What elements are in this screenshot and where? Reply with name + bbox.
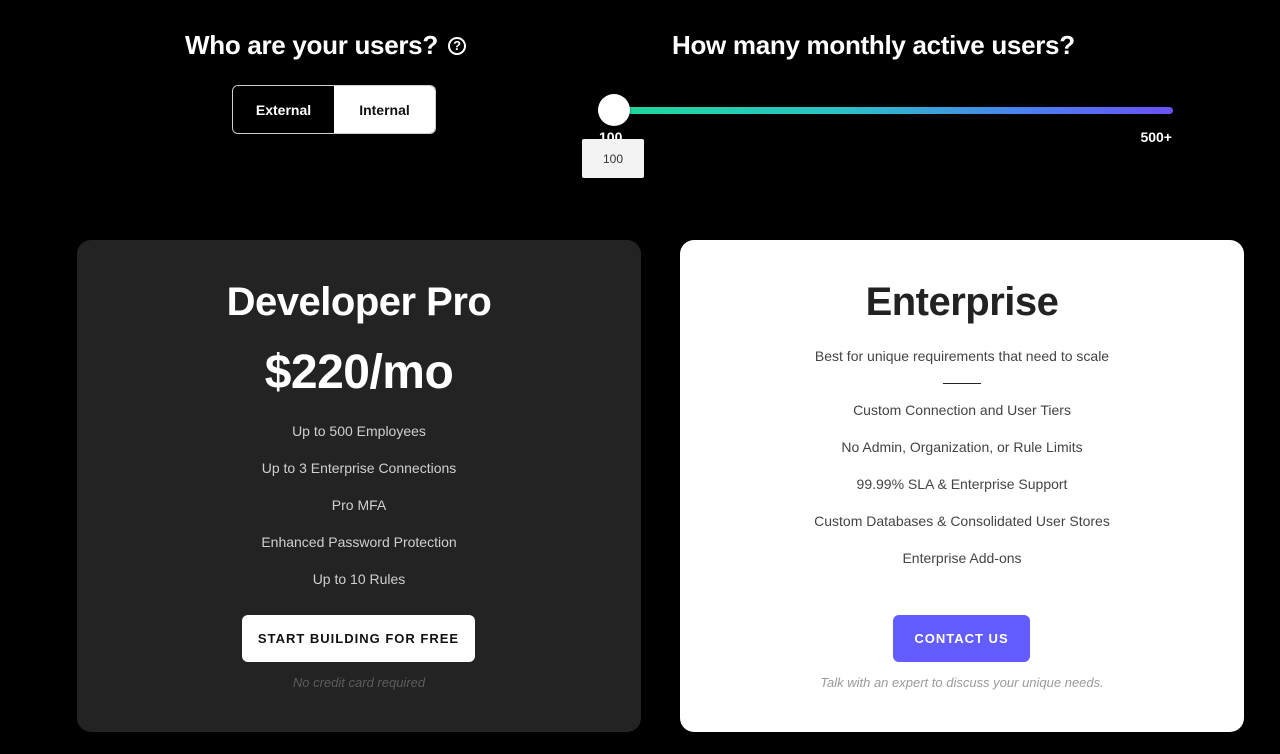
divider xyxy=(943,383,981,384)
feature-list: Up to 500 Employees Up to 3 Enterprise C… xyxy=(77,423,641,608)
toggle-external-button[interactable]: External xyxy=(233,86,334,133)
mau-slider-max-label: 500+ xyxy=(1140,129,1172,145)
user-type-toggle[interactable]: External Internal xyxy=(232,85,436,134)
feature-item: Custom Databases & Consolidated User Sto… xyxy=(814,513,1110,529)
feature-item: Enterprise Add-ons xyxy=(902,550,1022,566)
feature-item: Pro MFA xyxy=(331,497,387,513)
users-question-text: Who are your users? xyxy=(185,30,438,60)
feature-item: Custom Connection and User Tiers xyxy=(853,402,1071,418)
mau-question-text: How many monthly active users? xyxy=(672,30,1075,60)
start-building-button[interactable]: START BUILDING FOR FREE xyxy=(242,615,475,662)
enterprise-card: Enterprise Best for unique requirements … xyxy=(680,240,1244,732)
no-credit-card-note: No credit card required xyxy=(292,675,426,690)
plan-price: $220/mo xyxy=(264,346,454,399)
feature-item: Enhanced Password Protection xyxy=(261,534,457,550)
mau-slider-track[interactable] xyxy=(614,107,1173,114)
question-circle-icon[interactable]: ? xyxy=(447,36,466,55)
plan-name: Developer Pro xyxy=(226,280,492,324)
developer-pro-card: Developer Pro $220/mo Up to 500 Employee… xyxy=(77,240,641,732)
plan-name: Enterprise xyxy=(865,280,1059,324)
mau-question-title: How many monthly active users? xyxy=(672,30,1075,61)
feature-list: Custom Connection and User Tiers No Admi… xyxy=(680,402,1244,587)
feature-item: Up to 10 Rules xyxy=(312,571,406,587)
feature-item: 99.99% SLA & Enterprise Support xyxy=(856,476,1068,492)
feature-item: No Admin, Organization, or Rule Limits xyxy=(841,439,1083,455)
mau-slider-thumb[interactable] xyxy=(598,94,630,126)
toggle-internal-button[interactable]: Internal xyxy=(334,86,435,133)
feature-item: Up to 3 Enterprise Connections xyxy=(261,460,457,476)
users-question-title: Who are your users? ? xyxy=(185,30,466,61)
mau-slider-tooltip: 100 xyxy=(582,139,644,178)
plan-tagline: Best for unique requirements that need t… xyxy=(814,348,1110,364)
contact-us-button[interactable]: CONTACT US xyxy=(893,615,1030,662)
feature-item: Up to 500 Employees xyxy=(292,423,426,439)
expert-note: Talk with an expert to discuss your uniq… xyxy=(820,675,1104,690)
